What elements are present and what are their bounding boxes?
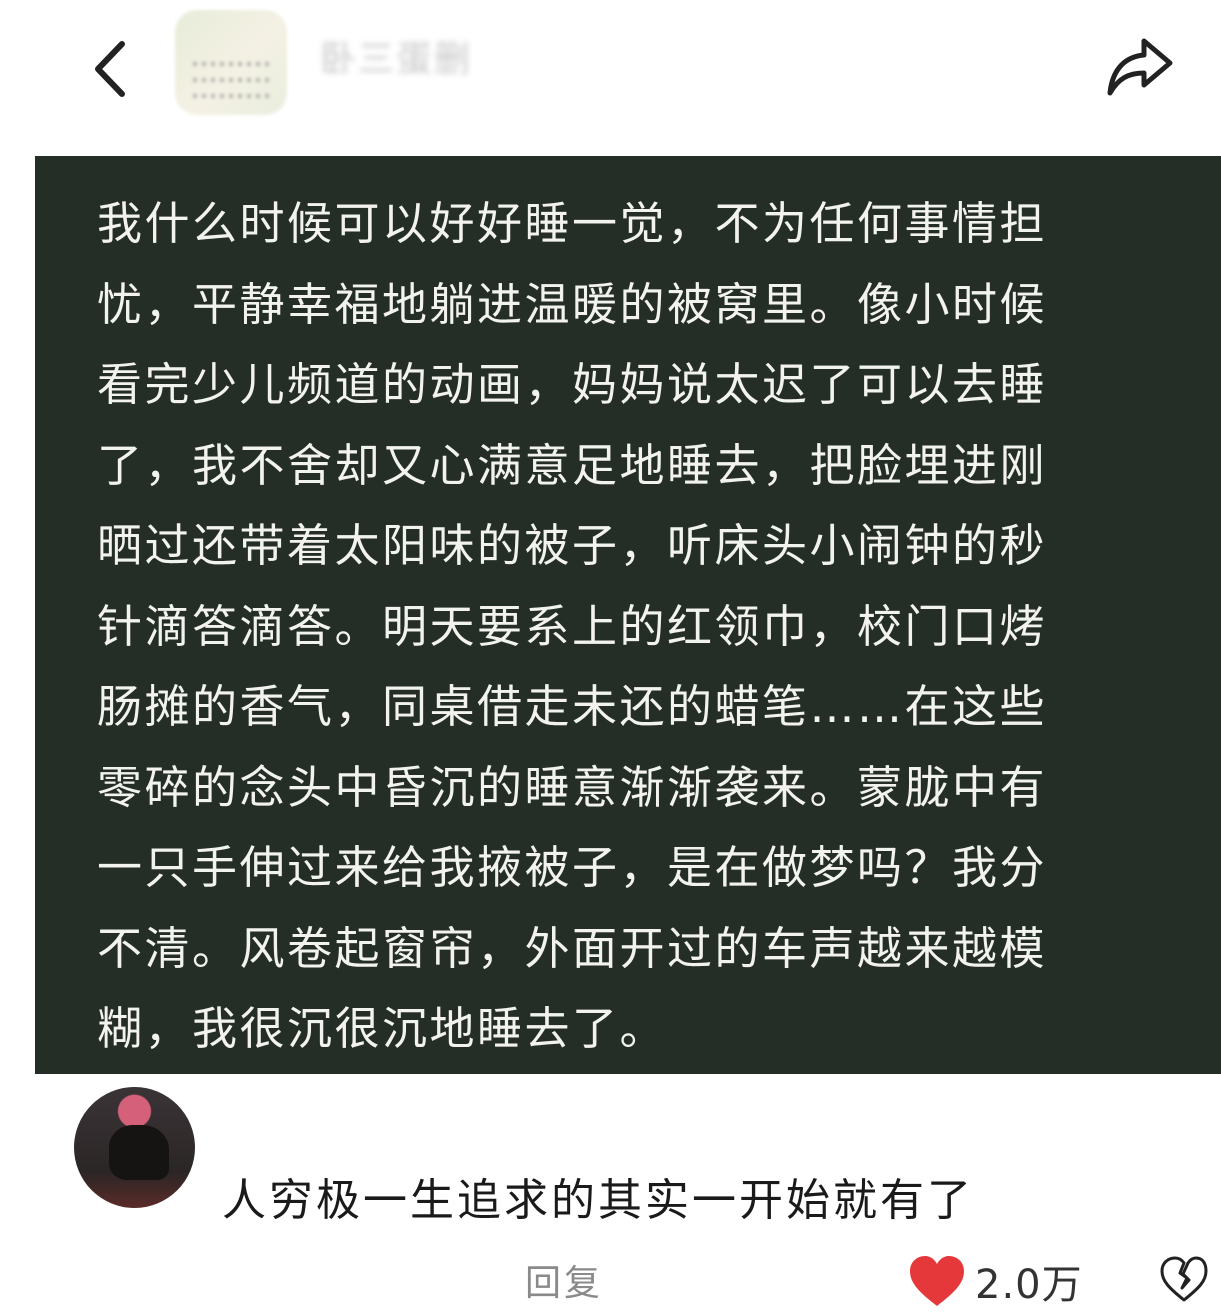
share-arrow-icon bbox=[1107, 38, 1173, 96]
like-count: 2.0万 bbox=[975, 1262, 1083, 1308]
like-button[interactable] bbox=[907, 1254, 967, 1310]
post-text-image: 我什么时候可以好好睡一觉，不为任何事情担 忧，平静幸福地躺进温暖的被窝里。像小时… bbox=[35, 156, 1221, 1074]
post-body-text: 我什么时候可以好好睡一觉，不为任何事情担 忧，平静幸福地躺进温暖的被窝里。像小时… bbox=[97, 197, 1048, 1055]
comment-item: 人穷极一生追求的其实一开始就有了 回复 2.0万 bbox=[35, 1074, 1221, 1308]
back-button[interactable] bbox=[88, 34, 138, 104]
user-name[interactable]: 卧三蛋删 bbox=[320, 30, 470, 90]
user-avatar[interactable] bbox=[175, 10, 287, 115]
comment-text: 人穷极一生追求的其实一开始就有了 bbox=[222, 1175, 974, 1226]
reply-button[interactable]: 回复 bbox=[525, 1254, 603, 1306]
chevron-left-icon bbox=[95, 41, 125, 97]
top-bar: 卧三蛋删 bbox=[0, 0, 1221, 150]
heart-icon bbox=[910, 1256, 964, 1306]
dislike-button[interactable] bbox=[1159, 1256, 1209, 1304]
share-button[interactable] bbox=[1104, 33, 1176, 99]
commenter-avatar[interactable] bbox=[74, 1087, 195, 1208]
broken-heart-icon bbox=[1160, 1256, 1208, 1302]
